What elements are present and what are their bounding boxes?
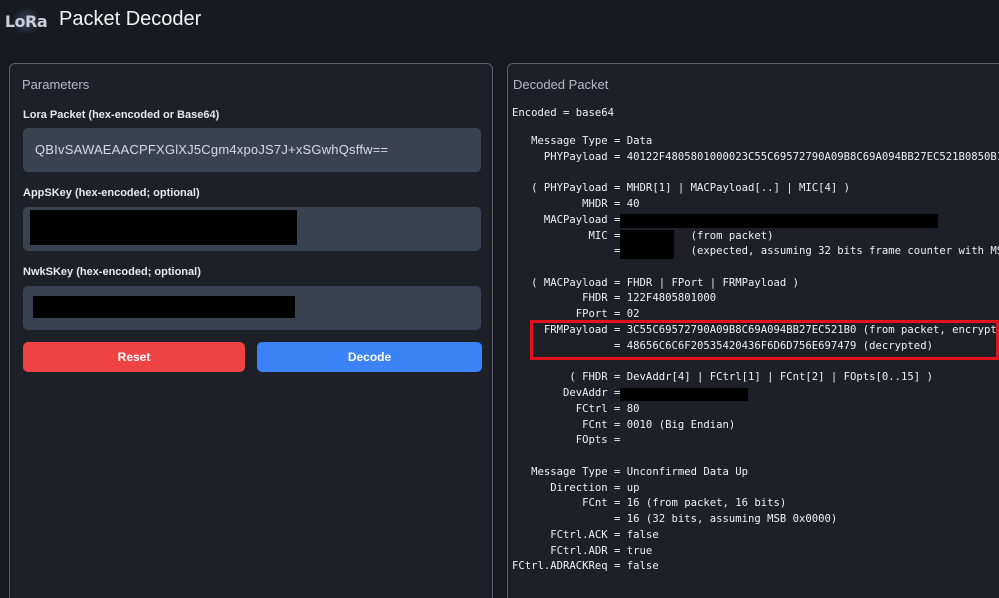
redaction-box xyxy=(30,210,297,245)
redaction-box xyxy=(620,214,938,228)
decoded-line: MHDR = 40 xyxy=(512,198,640,210)
decoded-line: DevAddr = xyxy=(512,387,627,399)
decoded-line: Direction = up xyxy=(512,482,640,494)
redaction-box xyxy=(620,388,748,401)
redaction-box xyxy=(33,296,295,318)
decoded-line: FCnt = 16 (from packet, 16 bits) xyxy=(512,497,787,509)
decoded-line: FOpts = xyxy=(512,434,627,446)
decoded-line: Encoded = base64 xyxy=(512,107,615,119)
decoded-line: ( MACPayload = FHDR | FPort | FRMPayload… xyxy=(512,277,800,289)
parameters-title: Parameters xyxy=(22,77,90,92)
frmpayload-highlight xyxy=(530,320,999,360)
lora-logo: LoRa xyxy=(4,2,48,40)
decoded-line: Message Type = Data xyxy=(512,135,653,147)
decoded-line: FCtrl.ADR = true xyxy=(512,545,653,557)
nwkskey-input[interactable] xyxy=(23,286,481,330)
app-header: LoRa Packet Decoder xyxy=(0,0,999,44)
decoded-line: FCtrl.ACK = false xyxy=(512,529,659,541)
decoded-line: ( FHDR = DevAddr[4] | FCtrl[1] | FCnt[2]… xyxy=(512,371,933,383)
decoded-line: MACPayload = xyxy=(512,214,627,226)
nwkskey-label: NwkSKey (hex-encoded; optional) xyxy=(23,266,201,278)
decoded-line: FPort = 02 xyxy=(512,308,640,320)
parameters-panel: Parameters Lora Packet (hex-encoded or B… xyxy=(9,63,493,598)
app-title: Packet Decoder xyxy=(59,8,202,30)
reset-button[interactable]: Reset xyxy=(23,342,245,372)
decoded-line: FCtrl.ADRACKReq = false xyxy=(512,560,659,572)
decoded-line: = 16 (32 bits, assuming MSB 0x0000) xyxy=(512,513,838,525)
logo-text: LoRa xyxy=(4,11,48,31)
decoded-line: FCtrl = 80 xyxy=(512,403,640,415)
decoded-line: = (expected, assuming 32 bits frame coun… xyxy=(512,245,999,257)
redaction-box xyxy=(620,230,674,259)
decode-button[interactable]: Decode xyxy=(257,342,482,372)
decoded-line: FHDR = 122F4805801000 xyxy=(512,292,717,304)
decoded-title: Decoded Packet xyxy=(513,77,609,92)
decoded-line: ( PHYPayload = MHDR[1] | MACPayload[..] … xyxy=(512,182,851,194)
decoded-line: Message Type = Unconfirmed Data Up xyxy=(512,466,748,478)
packet-input-value: QBIvSAWAEAACPFXGlXJ5Cgm4xpoJS7J+xSGwhQsf… xyxy=(35,142,389,157)
packet-label: Lora Packet (hex-encoded or Base64) xyxy=(23,109,220,121)
packet-input[interactable]: QBIvSAWAEAACPFXGlXJ5Cgm4xpoJS7J+xSGwhQsf… xyxy=(23,128,481,172)
decoded-line: FCnt = 0010 (Big Endian) xyxy=(512,419,736,431)
appskey-input[interactable] xyxy=(23,207,481,251)
appskey-label: AppSKey (hex-encoded; optional) xyxy=(23,187,200,199)
decoded-line: PHYPayload = 40122F4805801000023C55C6957… xyxy=(512,151,999,163)
